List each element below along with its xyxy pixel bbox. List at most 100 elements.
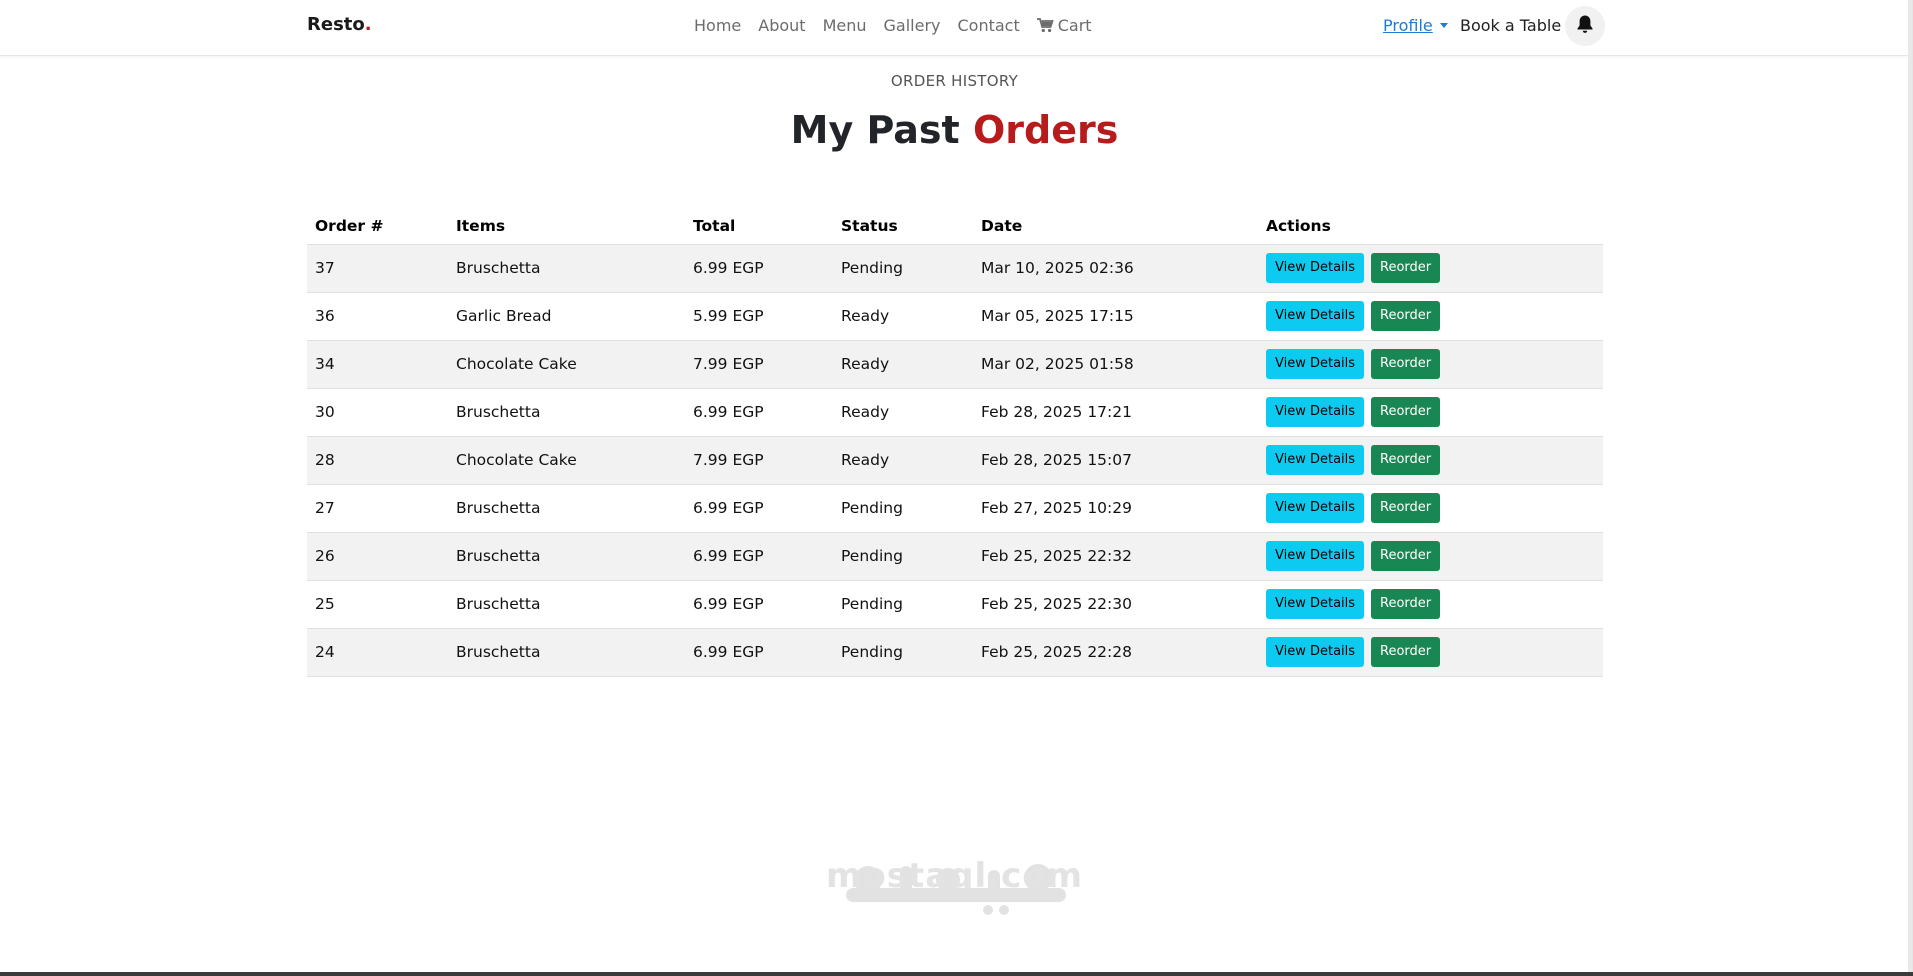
col-header-order: Order # xyxy=(307,208,448,245)
total-cell: 7.99 EGP xyxy=(685,340,833,389)
order-number-cell: 37 xyxy=(307,244,448,293)
items-cell: Chocolate Cake xyxy=(448,340,685,389)
order-number-cell: 28 xyxy=(307,436,448,485)
view-details-button[interactable]: View Details xyxy=(1266,541,1365,571)
brand-logo[interactable]: Resto. xyxy=(307,14,372,35)
date-cell: Feb 28, 2025 15:07 xyxy=(973,436,1258,485)
total-cell: 7.99 EGP xyxy=(685,436,833,485)
navbar: Resto. Home About Menu Gallery Contact C… xyxy=(0,0,1909,56)
status-cell: Ready xyxy=(833,436,973,485)
items-cell: Bruschetta xyxy=(448,244,685,293)
view-details-button[interactable]: View Details xyxy=(1266,253,1365,283)
items-cell: Bruschetta xyxy=(448,388,685,437)
nav-contact[interactable]: Contact xyxy=(957,16,1019,35)
watermark-text: mostaql.com xyxy=(825,856,1084,896)
reorder-button[interactable]: Reorder xyxy=(1371,397,1441,427)
items-cell: Bruschetta xyxy=(448,628,685,677)
total-cell: 6.99 EGP xyxy=(685,532,833,581)
items-cell: Chocolate Cake xyxy=(448,436,685,485)
date-cell: Mar 02, 2025 01:58 xyxy=(973,340,1258,389)
order-number-cell: 25 xyxy=(307,580,448,629)
view-details-button[interactable]: View Details xyxy=(1266,349,1365,379)
nav-about[interactable]: About xyxy=(758,16,805,35)
reorder-button[interactable]: Reorder xyxy=(1371,541,1441,571)
total-cell: 6.99 EGP xyxy=(685,484,833,533)
col-header-status: Status xyxy=(833,208,973,245)
actions-cell: View Details Reorder xyxy=(1258,340,1603,389)
col-header-total: Total xyxy=(685,208,833,245)
items-cell: Bruschetta xyxy=(448,484,685,533)
actions-cell: View Details Reorder xyxy=(1258,436,1603,485)
nav-menu[interactable]: Menu xyxy=(823,16,867,35)
date-cell: Feb 28, 2025 17:21 xyxy=(973,388,1258,437)
date-cell: Feb 25, 2025 22:28 xyxy=(973,628,1258,677)
status-cell: Ready xyxy=(833,292,973,341)
profile-label: Profile xyxy=(1383,16,1433,35)
table-row: 37 Bruschetta 6.99 EGP Pending Mar 10, 2025 … xyxy=(307,244,1603,293)
reorder-button[interactable]: Reorder xyxy=(1371,349,1441,379)
reorder-button[interactable]: Reorder xyxy=(1371,301,1441,331)
order-number-cell: 30 xyxy=(307,388,448,437)
nav-links: Home About Menu Gallery Contact Cart xyxy=(694,16,1109,35)
status-cell: Ready xyxy=(833,388,973,437)
table-row: 36 Garlic Bread 5.99 EGP Ready Mar 05, 2025 … xyxy=(307,292,1603,341)
status-cell: Pending xyxy=(833,484,973,533)
orders-table: Order # Items Total Status Date Actions … xyxy=(307,208,1603,677)
status-cell: Ready xyxy=(833,340,973,389)
status-cell: Pending xyxy=(833,628,973,677)
order-number-cell: 27 xyxy=(307,484,448,533)
reorder-button[interactable]: Reorder xyxy=(1371,493,1441,523)
date-cell: Mar 10, 2025 02:36 xyxy=(973,244,1258,293)
order-number-cell: 34 xyxy=(307,340,448,389)
actions-cell: View Details Reorder xyxy=(1258,292,1603,341)
actions-cell: View Details Reorder xyxy=(1258,532,1603,581)
items-cell: Bruschetta xyxy=(448,580,685,629)
table-row: 25 Bruschetta 6.99 EGP Pending Feb 25, 2025 … xyxy=(307,580,1603,629)
page: Resto. Home About Menu Gallery Contact C… xyxy=(0,0,1913,976)
view-details-button[interactable]: View Details xyxy=(1266,589,1365,619)
actions-cell: View Details Reorder xyxy=(1258,628,1603,677)
nav-gallery[interactable]: Gallery xyxy=(884,16,941,35)
total-cell: 6.99 EGP xyxy=(685,628,833,677)
orders-table-container: Order # Items Total Status Date Actions … xyxy=(307,208,1603,677)
actions-cell: View Details Reorder xyxy=(1258,388,1603,437)
date-cell: Mar 05, 2025 17:15 xyxy=(973,292,1258,341)
table-header-row: Order # Items Total Status Date Actions xyxy=(307,208,1603,245)
actions-cell: View Details Reorder xyxy=(1258,244,1603,293)
view-details-button[interactable]: View Details xyxy=(1266,301,1365,331)
table-row: 26 Bruschetta 6.99 EGP Pending Feb 25, 2025 … xyxy=(307,532,1603,581)
reorder-button[interactable]: Reorder xyxy=(1371,445,1441,475)
table-row: 34 Chocolate Cake 7.99 EGP Ready Mar 02, 202… xyxy=(307,340,1603,389)
title-accent: Orders xyxy=(972,108,1119,152)
date-cell: Feb 25, 2025 22:32 xyxy=(973,532,1258,581)
scrollbar-track[interactable] xyxy=(1908,0,1912,976)
reorder-button[interactable]: Reorder xyxy=(1371,637,1441,667)
view-details-button[interactable]: View Details xyxy=(1266,445,1365,475)
book-table-link[interactable]: Book a Table xyxy=(1460,16,1561,35)
order-number-cell: 24 xyxy=(307,628,448,677)
nav-cart-label: Cart xyxy=(1057,16,1092,35)
brand-dot: . xyxy=(364,14,372,35)
title-part1: My Past xyxy=(790,108,960,152)
view-details-button[interactable]: View Details xyxy=(1266,637,1365,667)
chevron-down-icon xyxy=(1439,23,1448,28)
bell-icon xyxy=(1576,14,1594,38)
profile-dropdown[interactable]: Profile xyxy=(1383,16,1448,35)
items-cell: Garlic Bread xyxy=(448,292,685,341)
status-cell: Pending xyxy=(833,580,973,629)
nav-home[interactable]: Home xyxy=(694,16,741,35)
date-cell: Feb 25, 2025 22:30 xyxy=(973,580,1258,629)
order-number-cell: 36 xyxy=(307,292,448,341)
notification-button[interactable] xyxy=(1565,6,1605,46)
brand-name: Resto xyxy=(307,14,365,35)
view-details-button[interactable]: View Details xyxy=(1266,493,1365,523)
total-cell: 6.99 EGP xyxy=(685,388,833,437)
col-header-items: Items xyxy=(448,208,685,245)
reorder-button[interactable]: Reorder xyxy=(1371,589,1441,619)
bottom-border xyxy=(0,972,1913,976)
table-row: 27 Bruschetta 6.99 EGP Pending Feb 27, 2025 … xyxy=(307,484,1603,533)
nav-cart[interactable]: Cart xyxy=(1036,16,1092,35)
reorder-button[interactable]: Reorder xyxy=(1371,253,1441,283)
cart-icon xyxy=(1036,18,1054,33)
view-details-button[interactable]: View Details xyxy=(1266,397,1365,427)
